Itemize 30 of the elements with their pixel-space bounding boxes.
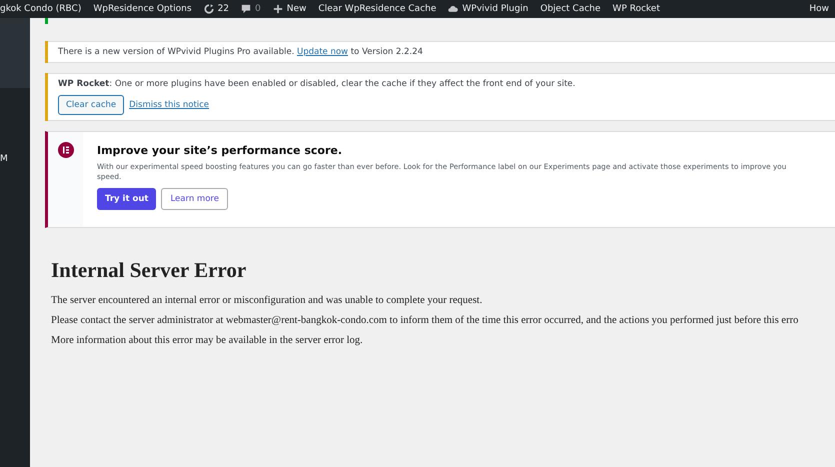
- comment-icon: [241, 4, 252, 14]
- toolbar-link[interactable]: WPvivid Plugin: [442, 4, 534, 14]
- menu-item[interactable]: M: [0, 154, 8, 164]
- toolbar-link[interactable]: Clear WpResidence Cache: [312, 4, 442, 14]
- update-link[interactable]: Update now: [296, 47, 348, 57]
- plus-icon: [272, 4, 283, 14]
- notice-text: to Version 2.2.24: [350, 47, 423, 57]
- error-text: Please contact the server administrator at webmaster@rent-bangkok-condo.com to inform them of the time this error occurred, and the actions you performed just before this erro: [51, 315, 800, 326]
- toolbar-link[interactable]: WP Rocket: [606, 4, 666, 14]
- notice-text: WP Rocket: One or more plugins have been enabled or disabled, clear the cache if they affect the front end of your site.: [58, 79, 576, 89]
- cloud-icon: [448, 4, 458, 14]
- logo-icon: [58, 142, 74, 158]
- toolbar-link[interactable]: Object Cache: [534, 4, 607, 14]
- toolbar-link[interactable]: WpResidence Options: [87, 4, 198, 14]
- notice-text: There is a new version of WPvivid Plugins Pro available.: [58, 47, 294, 57]
- promo-title: Improve your site’s performance score.: [97, 144, 344, 157]
- toolbar-link[interactable]: New: [266, 4, 312, 14]
- toolbar-link[interactable]: 0: [235, 4, 267, 14]
- error-text: The server encountered an internal error or misconfiguration and was unable to complete your request.: [51, 295, 484, 306]
- toolbar-link[interactable]: How: [803, 4, 835, 14]
- error-text: More information about this error may be available in the server error log.: [51, 335, 364, 346]
- dismiss-link[interactable]: Dismiss this notice: [129, 100, 210, 110]
- error-title: Internal Server Error: [51, 258, 248, 283]
- refresh-icon: [204, 4, 214, 14]
- sidebar-panel: [0, 18, 30, 88]
- learn-more-button[interactable]: Learn more: [161, 188, 228, 210]
- toolbar-link[interactable]: 22: [198, 4, 236, 14]
- clear-cache-button[interactable]: Clear cache: [58, 95, 124, 115]
- try-button[interactable]: Try it out: [97, 188, 156, 210]
- toolbar-link[interactable]: gkok Condo (RBC): [0, 4, 88, 14]
